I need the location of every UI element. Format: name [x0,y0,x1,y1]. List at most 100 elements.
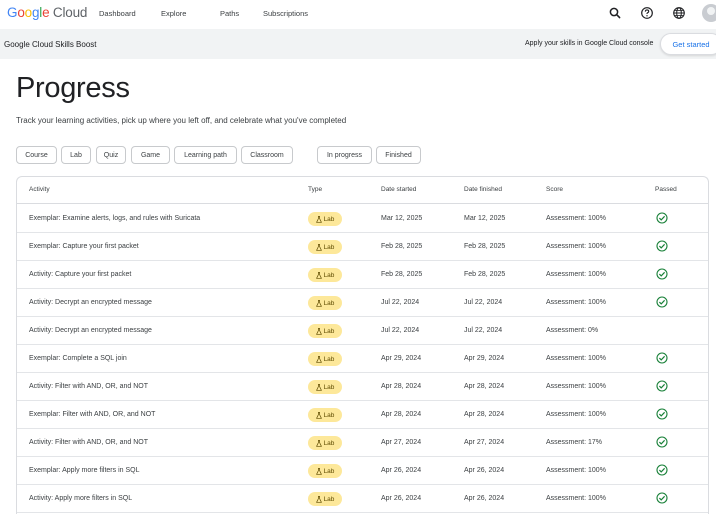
date-started-cell: Apr 26, 2024 [381,495,422,502]
page-subtitle: Track your learning activities, pick up … [16,116,347,125]
activity-cell[interactable]: Exemplar: Examine alerts, logs, and rule… [29,215,200,222]
nav-dashboard[interactable]: Dashboard [99,9,136,18]
flask-icon [315,299,322,307]
score-cell: Assessment: 100% [546,383,606,390]
filter-chip-classroom[interactable]: Classroom [241,146,293,164]
activity-cell[interactable]: Exemplar: Filter with AND, OR, and NOT [29,411,155,418]
column-header-activity: Activity [29,186,50,193]
flask-icon [315,411,322,419]
table-row[interactable]: Exemplar: Complete a SQL join Apr 29, 202… [17,345,708,373]
date-finished-cell: Apr 26, 2024 [464,495,505,502]
flask-icon [315,355,322,363]
activity-cell[interactable]: Exemplar: Capture your first packet [29,243,139,250]
score-cell: Assessment: 0% [546,327,599,334]
date-started-cell: Apr 26, 2024 [381,467,422,474]
date-started-cell: Jul 22, 2024 [381,299,420,306]
filter-chip-lab[interactable]: Lab [61,146,91,164]
get-started-button[interactable]: Get started [660,33,716,55]
score-cell: Assessment: 100% [546,467,606,474]
date-finished-cell: Apr 26, 2024 [464,467,505,474]
lab-type-label: Lab [323,495,335,503]
date-finished-cell: Feb 28, 2025 [464,243,506,250]
activity-cell[interactable]: Activity: Filter with AND, OR, and NOT [29,383,148,390]
date-started-cell: Feb 28, 2025 [381,243,423,250]
passed-check-icon [656,240,668,252]
filter-chip-game[interactable]: Game [131,146,170,164]
activity-cell[interactable]: Activity: Decrypt an encrypted message [29,299,152,306]
lab-type-label: Lab [323,439,335,447]
search-icon[interactable] [608,6,622,20]
score-cell: Assessment: 17% [546,439,603,446]
lab-type-badge: Lab [308,324,342,338]
column-header-score: Score [546,186,563,193]
lab-type-label: Lab [323,411,335,419]
passed-check-icon [656,268,668,280]
date-started-cell: Feb 28, 2025 [381,271,423,278]
lab-type-badge: Lab [308,240,342,254]
activity-cell[interactable]: Exemplar: Apply more filters in SQL [29,467,140,474]
table-row[interactable]: Exemplar: Examine alerts, logs, and rule… [17,205,708,233]
date-finished-cell: Apr 28, 2024 [464,383,505,390]
flask-icon [315,467,322,475]
lab-type-label: Lab [323,355,335,363]
activity-cell[interactable]: Exemplar: Complete a SQL join [29,355,127,362]
passed-check-icon [656,408,668,420]
table-row[interactable]: Activity: Filter with AND, OR, and NOT Ap… [17,429,708,457]
score-cell: Assessment: 100% [546,411,606,418]
nav-paths[interactable]: Paths [220,9,239,18]
table-row[interactable]: Activity: Decrypt an encrypted message Ju… [17,289,708,317]
lab-type-badge: Lab [308,212,342,226]
console-promo-text: Apply your skills in Google Cloud consol… [525,40,654,47]
score-cell: Assessment: 100% [546,495,606,502]
column-header-date-started: Date started [381,186,417,193]
filter-chip-learning-path[interactable]: Learning path [174,146,237,164]
activity-cell[interactable]: Activity: Apply more filters in SQL [29,495,132,502]
nav-explore[interactable]: Explore [161,9,186,18]
date-finished-cell: Apr 29, 2024 [464,355,505,362]
table-row[interactable]: Activity: Capture your first packet Feb 2… [17,261,708,289]
date-finished-cell: Jul 22, 2024 [464,299,503,306]
lab-type-badge: Lab [308,492,342,506]
lab-type-badge: Lab [308,408,342,422]
lab-type-label: Lab [323,215,335,223]
table-row[interactable]: Activity: Decrypt an encrypted message Ju… [17,317,708,345]
table-row[interactable]: Exemplar: Filter with AND, OR, and NOT Ap… [17,401,708,429]
passed-check-icon [656,352,668,364]
skills-boost-brand[interactable]: Google Cloud Skills Boost [4,40,97,49]
activity-cell[interactable]: Activity: Decrypt an encrypted message [29,327,152,334]
lab-type-label: Lab [323,467,335,475]
score-cell: Assessment: 100% [546,271,606,278]
flask-icon [315,243,322,251]
column-header-passed: Passed [655,186,677,193]
date-started-cell: Apr 27, 2024 [381,439,422,446]
help-icon[interactable] [640,6,654,20]
passed-check-icon [656,492,668,504]
table-row[interactable]: Exemplar: Apply more filters in SQL Apr 2… [17,457,708,485]
filter-chip-course[interactable]: Course [16,146,57,164]
filter-chip-in-progress[interactable]: In progress [317,146,372,164]
date-finished-cell: Feb 28, 2025 [464,271,506,278]
filter-chip-finished[interactable]: Finished [376,146,421,164]
globe-icon[interactable] [672,6,686,20]
table-row[interactable]: Activity: Filter with AND, OR, and NOT Ap… [17,373,708,401]
score-cell: Assessment: 100% [546,215,606,222]
date-started-cell: Jul 22, 2024 [381,327,420,334]
score-cell: Assessment: 100% [546,299,606,306]
date-started-cell: Apr 29, 2024 [381,355,422,362]
passed-check-icon [656,464,668,476]
activity-cell[interactable]: Activity: Capture your first packet [29,271,131,278]
page-title: Progress [16,72,130,104]
table-row[interactable]: Exemplar: Capture your first packet Feb 2… [17,233,708,261]
column-header-type: Type [308,186,323,193]
lab-type-label: Lab [323,327,335,335]
passed-check-icon [656,380,668,392]
nav-subscriptions[interactable]: Subscriptions [263,9,308,18]
passed-check-icon [656,212,668,224]
filter-chip-quiz[interactable]: Quiz [96,146,126,164]
google-cloud-logo[interactable]: Google Cloud [7,5,87,20]
activity-cell[interactable]: Activity: Filter with AND, OR, and NOT [29,439,148,446]
table-row[interactable]: Activity: Apply more filters in SQL Apr 2… [17,485,708,513]
lab-type-badge: Lab [308,296,342,310]
lab-type-badge: Lab [308,464,342,478]
avatar[interactable] [702,4,716,22]
